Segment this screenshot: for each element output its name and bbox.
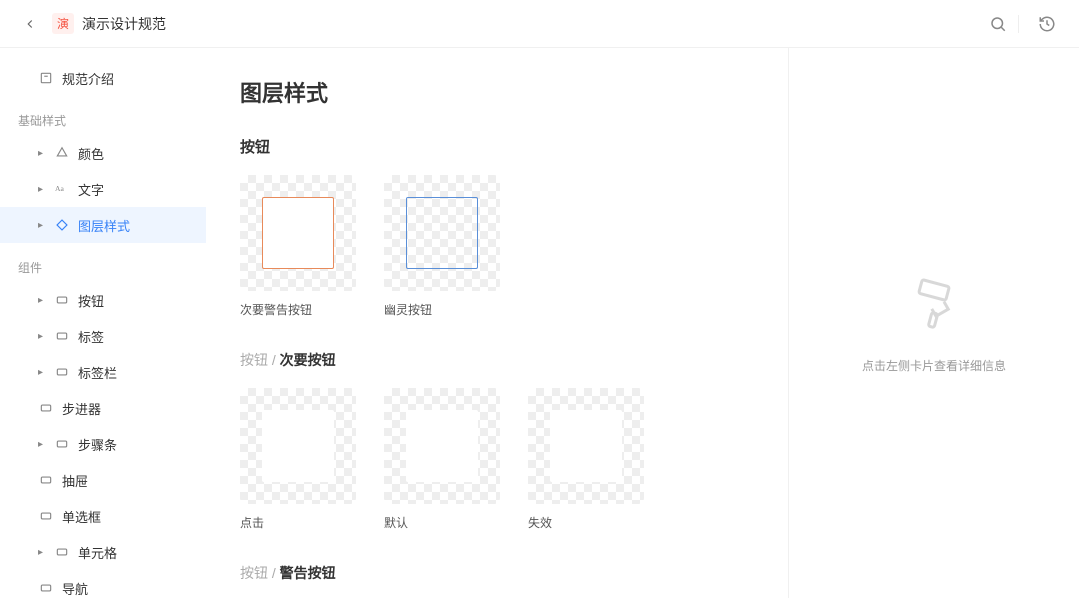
doc-type-badge: 演	[52, 13, 74, 34]
svg-text:Aa: Aa	[55, 184, 64, 193]
card-ghost-button[interactable]: 幽灵按钮	[384, 175, 500, 318]
diamond-icon	[54, 217, 70, 233]
chevron-right-icon: ▸	[38, 331, 50, 342]
card-row-button: 次要警告按钮 幽灵按钮	[240, 175, 756, 318]
chevron-right-icon: ▸	[38, 367, 50, 378]
component-icon	[38, 508, 54, 524]
chevron-right-icon: ▸	[38, 295, 50, 306]
component-icon	[38, 400, 54, 416]
back-button[interactable]	[20, 14, 40, 34]
subsection-prefix: 按钮 /	[240, 352, 280, 368]
card-thumb	[384, 388, 500, 504]
detail-hint: 点击左侧卡片查看详细信息	[862, 357, 1006, 374]
sidebar-item-label: 单元格	[78, 543, 117, 562]
sidebar-item-radio[interactable]: 单选框	[0, 498, 206, 534]
subsection-name: 次要按钮	[280, 352, 336, 368]
chevron-right-icon: ▸	[38, 439, 50, 450]
page-title: 图层样式	[240, 76, 756, 108]
sidebar-item-label: 步骤条	[78, 435, 117, 454]
header-bar: 演 演示设计规范	[0, 0, 1079, 48]
sidebar-item-button[interactable]: ▸ 按钮	[0, 282, 206, 318]
detail-panel: 点击左侧卡片查看详细信息	[789, 48, 1079, 598]
component-icon	[54, 544, 70, 560]
sidebar-item-label: 按钮	[78, 291, 104, 310]
card-thumb	[528, 388, 644, 504]
sidebar-item-label: 标签栏	[78, 363, 117, 382]
chevron-right-icon: ▸	[38, 148, 50, 159]
content-area: 图层样式 按钮 次要警告按钮 幽灵按钮 按钮 / 次要按钮 点击 默认	[208, 48, 789, 598]
header-divider	[1018, 15, 1019, 33]
component-icon	[54, 364, 70, 380]
card-label: 点击	[240, 514, 356, 531]
palette-icon	[54, 145, 70, 161]
sidebar-item-cell[interactable]: ▸ 单元格	[0, 534, 206, 570]
component-icon	[54, 292, 70, 308]
chevron-right-icon: ▸	[38, 547, 50, 558]
sidebar-item-label: 文字	[78, 180, 104, 199]
card-thumb	[240, 175, 356, 291]
sidebar-item-stepper[interactable]: 步进器	[0, 390, 206, 426]
subsection-prefix: 按钮 /	[240, 565, 280, 581]
sidebar-item-steps[interactable]: ▸ 步骤条	[0, 426, 206, 462]
sidebar-item-label: 导航	[62, 579, 88, 598]
card-label: 幽灵按钮	[384, 301, 500, 318]
sidebar-item-tag[interactable]: ▸ 标签	[0, 318, 206, 354]
text-icon: Aa	[54, 181, 70, 197]
card-label: 失效	[528, 514, 644, 531]
history-icon[interactable]	[1035, 12, 1059, 36]
sidebar-item-intro[interactable]: 规范介绍	[0, 60, 206, 96]
sidebar: 规范介绍 基础样式 ▸ 颜色 ▸ Aa 文字 ▸ 图层样式 组件 ▸	[0, 48, 208, 598]
component-icon	[54, 328, 70, 344]
card-default[interactable]: 默认	[384, 388, 500, 531]
card-warn-button[interactable]: 次要警告按钮	[240, 175, 356, 318]
sidebar-item-label: 抽屉	[62, 471, 88, 490]
sidebar-item-label: 标签	[78, 327, 104, 346]
subsection-title-warning: 按钮 / 警告按钮	[240, 563, 756, 583]
card-label: 次要警告按钮	[240, 301, 356, 318]
card-row-secondary: 点击 默认 失效	[240, 388, 756, 531]
component-icon	[54, 436, 70, 452]
sidebar-item-color[interactable]: ▸ 颜色	[0, 135, 206, 171]
sidebar-item-layer-style[interactable]: ▸ 图层样式	[0, 207, 206, 243]
sidebar-item-nav[interactable]: 导航	[0, 570, 206, 598]
subsection-name: 警告按钮	[280, 565, 336, 581]
sidebar-item-label: 单选框	[62, 507, 101, 526]
sidebar-item-drawer[interactable]: 抽屉	[0, 462, 206, 498]
chevron-right-icon: ▸	[38, 184, 50, 195]
sidebar-section-basic: 基础样式	[0, 112, 206, 129]
chevron-right-icon: ▸	[38, 220, 50, 231]
search-icon[interactable]	[986, 12, 1010, 36]
sidebar-item-label: 图层样式	[78, 216, 130, 235]
component-icon	[38, 472, 54, 488]
card-click[interactable]: 点击	[240, 388, 356, 531]
doc-icon	[38, 70, 54, 86]
card-thumb	[384, 175, 500, 291]
card-disabled[interactable]: 失效	[528, 388, 644, 531]
card-label: 默认	[384, 514, 500, 531]
sidebar-item-label: 步进器	[62, 399, 101, 418]
sidebar-item-label: 颜色	[78, 144, 104, 163]
component-icon	[38, 580, 54, 596]
sidebar-item-label: 规范介绍	[62, 69, 114, 88]
page-title-header: 演示设计规范	[82, 14, 166, 34]
sidebar-item-tabbar[interactable]: ▸ 标签栏	[0, 354, 206, 390]
subsection-title-secondary: 按钮 / 次要按钮	[240, 350, 756, 370]
section-title-button: 按钮	[240, 136, 756, 157]
card-thumb	[240, 388, 356, 504]
paint-roller-icon	[902, 273, 966, 337]
sidebar-item-text[interactable]: ▸ Aa 文字	[0, 171, 206, 207]
sidebar-section-component: 组件	[0, 259, 206, 276]
